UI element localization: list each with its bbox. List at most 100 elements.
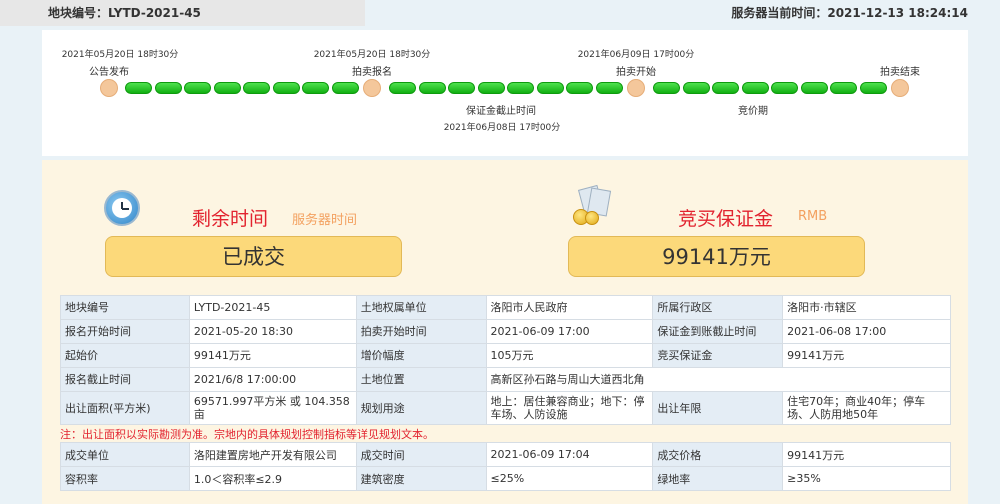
cell-value: ≤25% xyxy=(485,466,654,491)
stage-time-register: 2021年05月20日 18时30分 xyxy=(313,50,431,60)
cell-label: 成交价格 xyxy=(652,442,784,467)
money-icon xyxy=(569,184,612,227)
cell-label: 土地权属单位 xyxy=(355,295,487,320)
cell-value: 2021/6/8 17:00:00 xyxy=(188,367,357,392)
stage-label-start: 拍卖开始 xyxy=(616,67,656,78)
progress-segment xyxy=(389,82,416,94)
remaining-time-title: 剩余时间 xyxy=(192,208,269,230)
deposit-amount-box: 99141万元 xyxy=(568,236,865,277)
progress-segment xyxy=(566,82,593,94)
auction-main-panel: 剩余时间 服务器时间 已成交 竞买保证金 RMB 99141万元 地块编号 LY… xyxy=(42,160,968,504)
stage-time-start: 2021年06月09日 17时00分 xyxy=(577,50,695,60)
progress-segment xyxy=(272,82,300,94)
progress-segment xyxy=(741,82,769,94)
table-row: 容积率 1.0＜容积率≤2.9 建筑密度 ≤25% 绿地率 ≥35% xyxy=(60,466,951,491)
bidding-period-label: 竞价期 xyxy=(738,106,768,117)
area-note: 注：出让面积以实际勘测为准。宗地内的具体规划控制指标等详见规划文本。 xyxy=(60,428,434,441)
stage-node-start xyxy=(627,79,645,97)
deposit-deadline-label: 保证金截止时间 xyxy=(466,106,536,117)
deposit-subtitle: RMB xyxy=(798,209,828,224)
cell-value: 洛阳市·市辖区 xyxy=(782,295,951,320)
cell-value: 99141万元 xyxy=(782,343,951,368)
remaining-time-subtitle: 服务器时间 xyxy=(292,213,358,228)
cell-label: 容积率 xyxy=(60,466,190,491)
progress-segment xyxy=(418,82,446,94)
cell-label: 起始价 xyxy=(60,343,190,368)
cell-label: 报名开始时间 xyxy=(60,319,190,344)
stage-node-end xyxy=(891,79,909,97)
cell-label: 出让面积(平方米) xyxy=(60,391,190,425)
stage-node-register xyxy=(363,79,381,97)
progress-segment xyxy=(448,82,475,94)
stage-label-announce: 公告发布 xyxy=(89,67,129,78)
cell-label: 增价幅度 xyxy=(355,343,487,368)
progress-segment xyxy=(154,82,182,94)
cell-label: 地块编号 xyxy=(60,295,190,320)
server-time: 服务器当前时间：2021-12-13 18:24:14 xyxy=(731,6,968,20)
cell-value: 99141万元 xyxy=(188,343,357,368)
progress-segment xyxy=(771,82,798,94)
table-row: 地块编号 LYTD-2021-45 土地权属单位 洛阳市人民政府 所属行政区 洛… xyxy=(60,295,951,320)
cell-label: 所属行政区 xyxy=(652,295,784,320)
cell-label: 报名截止时间 xyxy=(60,367,190,392)
cell-value: 2021-05-20 18:30 xyxy=(188,319,357,344)
stage-label-register: 拍卖报名 xyxy=(352,67,392,78)
progress-segment xyxy=(536,82,564,94)
table-row: 报名开始时间 2021-05-20 18:30 拍卖开始时间 2021-06-0… xyxy=(60,319,951,344)
progress-segment xyxy=(830,82,857,94)
table-row: 报名截止时间 2021/6/8 17:00:00 土地位置 高新区孙石路与周山大… xyxy=(60,367,952,392)
progress-segment xyxy=(800,82,828,94)
auction-status-box: 已成交 xyxy=(105,236,402,277)
deposit-title: 竞买保证金 xyxy=(678,208,774,230)
cell-label: 建筑密度 xyxy=(355,466,487,491)
progress-segment xyxy=(184,82,211,94)
deposit-deadline-time: 2021年06月08日 17时00分 xyxy=(443,123,561,133)
cell-value: 洛阳建置房地产开发有限公司 xyxy=(188,442,357,467)
progress-segment xyxy=(653,82,680,94)
cell-value: 1.0＜容积率≤2.9 xyxy=(188,466,357,491)
progress-segment xyxy=(477,82,505,94)
cell-value: LYTD-2021-45 xyxy=(188,295,357,320)
deal-info-table: 成交单位 洛阳建置房地产开发有限公司 成交时间 2021-06-09 17:04… xyxy=(60,442,951,491)
clock-icon xyxy=(104,190,140,226)
cell-value: 105万元 xyxy=(485,343,654,368)
plot-code-header: 地块编号：LYTD-2021-45 xyxy=(0,0,365,26)
stage-time-announce: 2021年05月20日 18时30分 xyxy=(61,50,179,60)
cell-label: 规划用途 xyxy=(355,391,487,425)
land-info-table: 地块编号 LYTD-2021-45 土地权属单位 洛阳市人民政府 所属行政区 洛… xyxy=(60,295,952,425)
cell-value: 住宅70年；商业40年；停车场、人防用地50年 xyxy=(782,391,951,425)
stage-node-announce xyxy=(100,79,118,97)
progress-segment xyxy=(331,82,359,94)
progress-segment xyxy=(125,82,152,94)
progress-segment xyxy=(712,82,739,94)
progress-segment xyxy=(595,82,623,94)
cell-label: 成交单位 xyxy=(60,442,190,467)
cell-value: 地上：居住兼容商业；地下：停车场、人防设施 xyxy=(485,391,654,425)
cell-value: ≥35% xyxy=(782,466,951,491)
cell-label: 竞买保证金 xyxy=(652,343,784,368)
cell-label: 拍卖开始时间 xyxy=(355,319,487,344)
cell-value: 高新区孙石路与周山大道西北角 xyxy=(485,367,952,392)
cell-value: 洛阳市人民政府 xyxy=(485,295,654,320)
table-row: 成交单位 洛阳建置房地产开发有限公司 成交时间 2021-06-09 17:04… xyxy=(60,442,951,467)
stage-label-end: 拍卖结束 xyxy=(880,67,920,78)
progress-segment xyxy=(302,82,329,94)
cell-value: 2021-06-09 17:00 xyxy=(485,319,654,344)
progress-segment xyxy=(507,82,534,94)
top-bar: 地块编号：LYTD-2021-45 服务器当前时间：2021-12-13 18:… xyxy=(0,0,1000,26)
cell-label: 成交时间 xyxy=(355,442,487,467)
cell-label: 土地位置 xyxy=(355,367,487,392)
auction-timeline: 2021年05月20日 18时30分 2021年05月20日 18时30分 20… xyxy=(42,30,968,156)
cell-label: 保证金到账截止时间 xyxy=(652,319,784,344)
cell-label: 出让年限 xyxy=(652,391,784,425)
cell-label: 绿地率 xyxy=(652,466,784,491)
progress-segment xyxy=(213,82,241,94)
cell-value: 69571.997平方米 或 104.358亩 xyxy=(188,391,357,425)
progress-segment xyxy=(682,82,710,94)
cell-value: 2021-06-09 17:04 xyxy=(485,442,654,467)
progress-segment xyxy=(859,82,887,94)
table-row: 起始价 99141万元 增价幅度 105万元 竞买保证金 99141万元 xyxy=(60,343,951,368)
cell-value: 2021-06-08 17:00 xyxy=(782,319,951,344)
progress-segment xyxy=(243,82,270,94)
cell-value: 99141万元 xyxy=(782,442,951,467)
